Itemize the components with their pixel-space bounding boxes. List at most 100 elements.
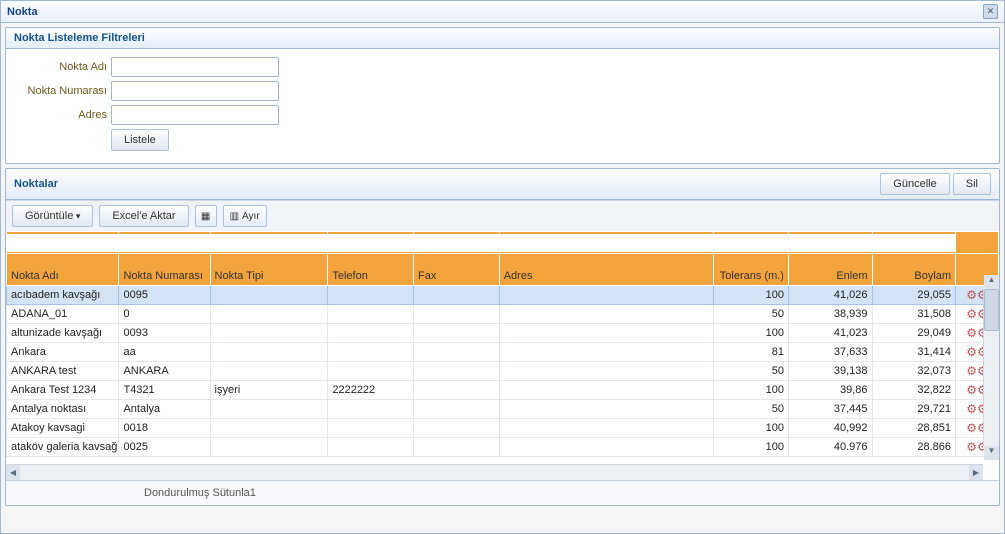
cell-lat: 40.976 [788,438,872,457]
grid-toolbar: Görüntüle Excel'e Aktar ▦ ▥ Ayır [6,200,999,231]
filter-lon[interactable] [873,234,956,252]
cell-number: 0018 [119,419,210,438]
filter-lat[interactable] [789,234,872,252]
scroll-up-icon[interactable]: ▲ [984,275,999,289]
input-number[interactable] [111,81,279,101]
cell-phone [328,305,414,324]
delete-button[interactable]: Sil [953,173,991,195]
cell-lon: 31,508 [872,305,956,324]
cell-phone [328,438,414,457]
cell-fax [414,305,500,324]
filter-row [7,232,999,254]
col-lat[interactable]: Enlem [788,254,872,286]
scroll-down-icon[interactable]: ▼ [984,446,999,460]
window-header: Nokta ✕ [1,1,1004,23]
table-row[interactable]: Ankaraaa8137,63331,414⚙⚙ [7,343,999,362]
col-fax[interactable]: Fax [414,254,500,286]
table-row[interactable]: ADANA_0105038,93931,508⚙⚙ [7,305,999,324]
cell-type [210,362,328,381]
scroll-right-icon[interactable]: ▶ [969,465,983,480]
cell-type [210,400,328,419]
cell-lon: 32,822 [872,381,956,400]
filter-fax[interactable] [414,234,499,252]
cell-address [499,305,713,324]
cell-name: Antalya noktası [7,400,119,419]
cell-fax [414,286,500,305]
split-button[interactable]: ▥ Ayır [223,205,267,227]
frozen-column-label: Dondurulmuş Sütunla1 [144,487,256,499]
cell-address [499,286,713,305]
scroll-left-icon[interactable]: ◀ [6,465,20,480]
settings-icon[interactable]: ▦ [195,205,217,227]
export-excel-button[interactable]: Excel'e Aktar [99,205,188,227]
col-lon[interactable]: Boylam [872,254,956,286]
cell-address [499,400,713,419]
cell-name: ataköv galeria kavsağ [7,438,119,457]
filter-phone[interactable] [328,234,413,252]
table-row[interactable]: Ankara Test 1234T4321işyeri222222210039,… [7,381,999,400]
input-address[interactable] [111,105,279,125]
cell-address [499,362,713,381]
filter-body: Nokta Adı Nokta Numarası Adres Listele [6,49,999,163]
cell-lon: 28,851 [872,419,956,438]
update-button[interactable]: Güncelle [880,173,949,195]
filter-panel-title: Nokta Listeleme Filtreleri [14,32,145,44]
filter-name[interactable] [7,234,118,252]
col-address[interactable]: Adres [499,254,713,286]
grid-footer: Dondurulmuş Sütunla1 [6,480,999,505]
cell-fax [414,400,500,419]
cell-type [210,438,328,457]
list-button[interactable]: Listele [111,129,169,151]
cell-name: acıbadem kavşağı [7,286,119,305]
cell-lat: 37,445 [788,400,872,419]
cell-name: ADANA_01 [7,305,119,324]
cell-type [210,419,328,438]
cell-address [499,381,713,400]
cell-name: altunizade kavşağı [7,324,119,343]
cell-number: 0093 [119,324,210,343]
col-type[interactable]: Nokta Tipi [210,254,328,286]
horizontal-scrollbar[interactable]: ◀ ▶ [6,464,983,480]
cell-lon: 29,049 [872,324,956,343]
table-row[interactable]: Atakoy kavsagi001810040,99228,851⚙⚙ [7,419,999,438]
cell-lat: 41,023 [788,324,872,343]
field-row-address: Adres [16,105,989,125]
cell-name: Atakoy kavsagi [7,419,119,438]
cell-tolerance: 50 [713,305,788,324]
cell-lon: 29,055 [872,286,956,305]
vertical-scrollbar[interactable]: ▲ ▼ [983,289,999,446]
input-name[interactable] [111,57,279,77]
cell-tolerance: 100 [713,419,788,438]
cell-number: 0025 [119,438,210,457]
table-row[interactable]: Antalya noktasıAntalya5037,44529,721⚙⚙ [7,400,999,419]
table-row[interactable]: ANKARA testANKARA5039,13832,073⚙⚙ [7,362,999,381]
table-row[interactable]: altunizade kavşağı009310041,02329,049⚙⚙ [7,324,999,343]
col-name[interactable]: Nokta Adı [7,254,119,286]
cell-type [210,286,328,305]
cell-lon: 31,414 [872,343,956,362]
col-tolerance[interactable]: Tolerans (m.) [713,254,788,286]
field-row-number: Nokta Numarası [16,81,989,101]
filter-tolerance[interactable] [714,234,788,252]
cell-number: T4321 [119,381,210,400]
cell-tolerance: 100 [713,324,788,343]
filter-number[interactable] [119,234,209,252]
cell-name: Ankara Test 1234 [7,381,119,400]
cell-address [499,419,713,438]
table-row[interactable]: acıbadem kavşağı009510041,02629,055⚙⚙ [7,286,999,305]
filter-address[interactable] [500,234,713,252]
scroll-thumb[interactable] [984,289,999,331]
field-row-name: Nokta Adı [16,57,989,77]
filter-type[interactable] [211,234,328,252]
cell-number: 0095 [119,286,210,305]
col-phone[interactable]: Telefon [328,254,414,286]
window-title: Nokta [7,6,38,18]
field-row-button: Listele [16,129,989,151]
table-row[interactable]: ataköv galeria kavsağ002510040.97628.866… [7,438,999,457]
split-icon: ▥ [230,211,239,222]
col-number[interactable]: Nokta Numarası [119,254,210,286]
view-dropdown[interactable]: Görüntüle [12,205,93,227]
cell-number: Antalya [119,400,210,419]
grid-panel-header: Noktalar Güncelle Sil [6,169,999,200]
close-icon[interactable]: ✕ [983,4,998,19]
